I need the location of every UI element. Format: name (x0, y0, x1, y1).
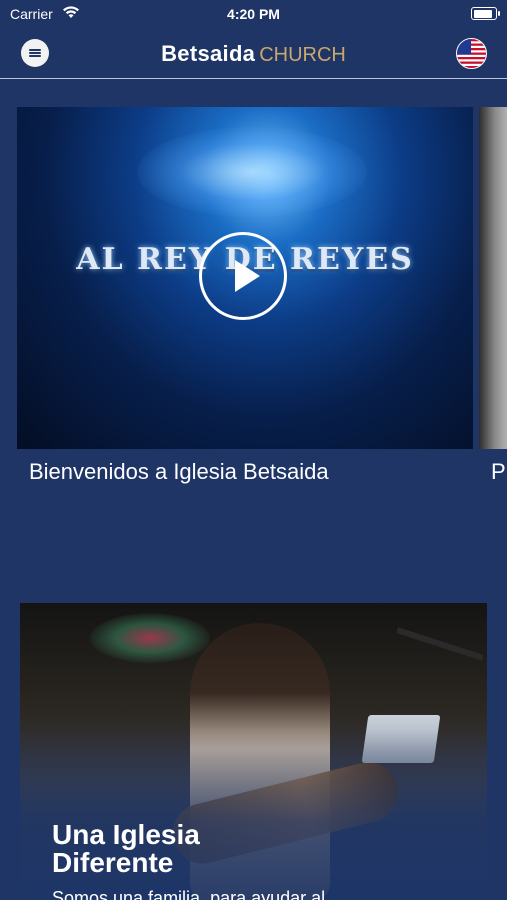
brand-logo: Betsaida CHURCH (0, 41, 507, 67)
video-carousel[interactable]: AL REY DE REYES Bienvenidos a Iglesia Be… (0, 107, 507, 497)
brand-name: Betsaida (161, 41, 256, 66)
play-button[interactable] (199, 232, 287, 320)
language-button[interactable] (456, 38, 487, 69)
video-card[interactable]: AL REY DE REYES Bienvenidos a Iglesia Be… (17, 107, 473, 485)
nav-bar: Betsaida CHURCH (0, 28, 507, 79)
video-title-next[interactable]: P (491, 459, 507, 485)
feature-heading: Una Iglesia Diferente (52, 819, 200, 878)
brand-suffix: CHURCH (259, 44, 346, 66)
clock: 4:20 PM (227, 6, 280, 22)
video-thumbnail-next[interactable] (479, 107, 507, 449)
feature-card[interactable]: Una Iglesia Diferente Somos una familia,… (20, 603, 487, 900)
us-flag-icon (457, 39, 486, 68)
play-icon (235, 260, 260, 292)
video-card-next[interactable]: P (479, 107, 507, 485)
status-bar: Carrier 4:20 PM (0, 0, 507, 28)
battery-icon (471, 7, 500, 20)
video-thumbnail[interactable]: AL REY DE REYES (17, 107, 473, 449)
video-title[interactable]: Bienvenidos a Iglesia Betsaida (29, 459, 473, 485)
feature-body: Somos una familia, para ayudar al (52, 888, 326, 900)
battery-level (473, 9, 493, 18)
